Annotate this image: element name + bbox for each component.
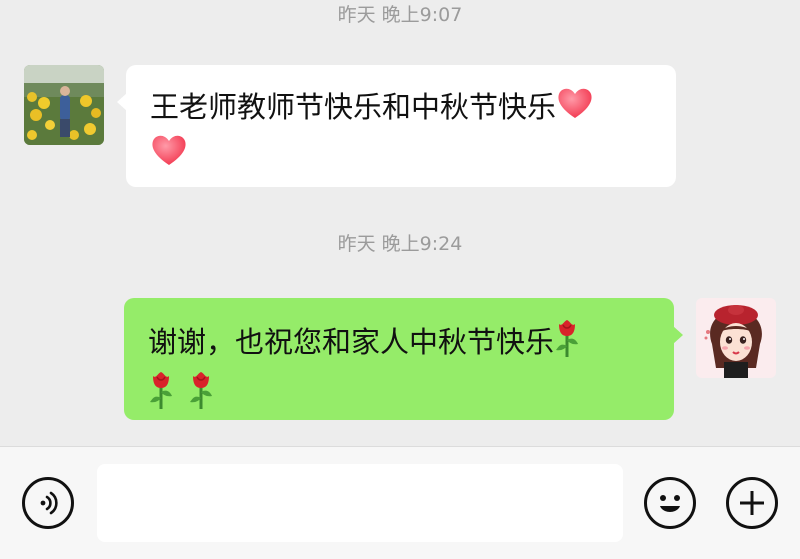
message-input[interactable]: [97, 464, 623, 542]
voice-input-button[interactable]: [22, 477, 74, 529]
rose-emoji: [188, 370, 214, 422]
incoming-message-bubble[interactable]: 王老师教师节快乐和中秋节快乐: [117, 65, 676, 187]
smiley-face-icon: [660, 495, 680, 512]
heart-emoji: [556, 86, 594, 132]
rose-emoji: [554, 318, 580, 370]
plus-icon: [740, 491, 764, 515]
outgoing-message-text: 谢谢，也祝您和家人中秋节快乐: [148, 325, 555, 359]
contact-avatar[interactable]: [24, 65, 104, 145]
outgoing-message-bubble[interactable]: 谢谢，也祝您和家人中秋节快乐: [124, 298, 683, 422]
user-avatar[interactable]: [696, 298, 776, 378]
emoji-button[interactable]: [644, 477, 696, 529]
message-timestamp: 昨天 晚上9:24: [337, 233, 463, 255]
heart-emoji: [150, 133, 188, 179]
cartoon-girl-avatar: [696, 298, 776, 378]
incoming-message-text: 王老师教师节快乐和中秋节快乐: [150, 90, 557, 124]
chat-area[interactable]: 昨天 晚上9:07 王老师教师节快乐和中秋节快乐 昨天 晚上9:24 谢谢，也祝…: [0, 0, 800, 446]
voice-icon: [40, 491, 58, 515]
message-timestamp: 昨天 晚上9:07: [337, 4, 463, 26]
sunflower-field-photo: [24, 65, 104, 145]
more-options-button[interactable]: [726, 477, 778, 529]
rose-emoji: [148, 370, 174, 422]
input-bar: [0, 446, 800, 559]
